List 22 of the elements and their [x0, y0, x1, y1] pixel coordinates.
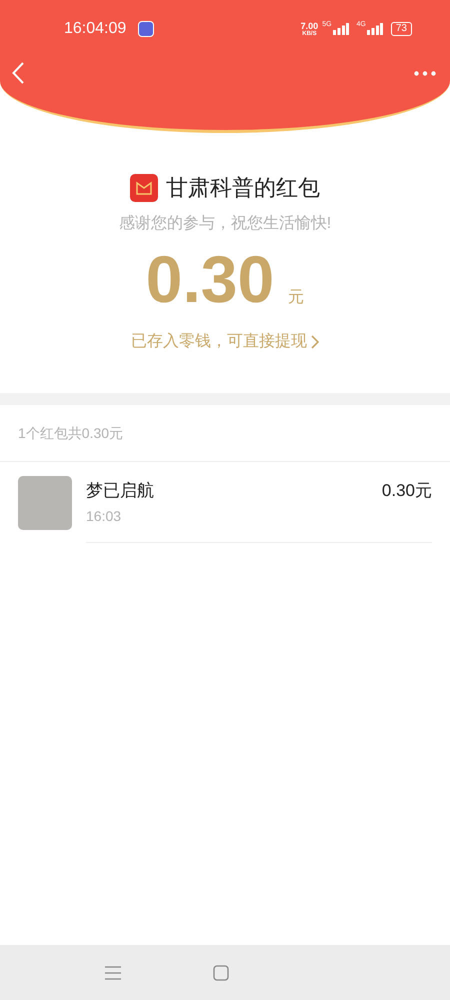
amount-unit: 元	[288, 288, 304, 308]
battery-icon: 73	[390, 22, 412, 36]
received-amount: 0.30元	[382, 480, 432, 502]
more-icon	[414, 70, 436, 76]
signal-icon	[332, 23, 349, 35]
clock-time: 16:04:09	[64, 19, 126, 39]
list-summary: 1个红包共0.30元	[18, 424, 124, 442]
avatar-placeholder	[18, 476, 72, 530]
receive-time: 16:03	[86, 506, 122, 526]
net-speed: 7.00	[300, 22, 318, 30]
menu-icon[interactable]	[105, 966, 121, 980]
app-notification-icon	[138, 21, 154, 37]
back-icon	[12, 62, 24, 84]
amount-value: 0.30	[146, 246, 274, 312]
chevron-right-icon	[311, 335, 319, 349]
packet-title: 甘肃科普的红包	[166, 174, 320, 202]
home-icon[interactable]	[213, 964, 229, 980]
greeting-text: 感谢您的参与，祝您生活愉快!	[118, 214, 332, 234]
signal-icon	[366, 23, 383, 35]
packet-row[interactable]: 梦已启航 16:03 0.30元	[0, 462, 450, 543]
envelope-icon	[130, 174, 158, 202]
sender-name: 梦已启航	[86, 480, 154, 502]
